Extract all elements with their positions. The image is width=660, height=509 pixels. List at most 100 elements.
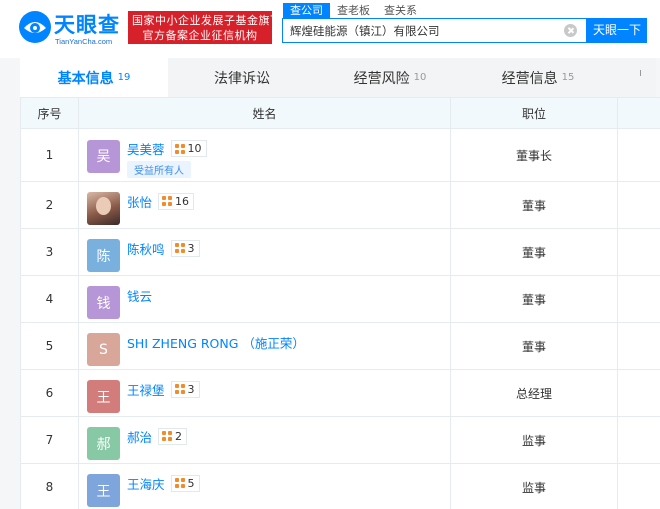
logo-text: 天眼查 bbox=[54, 13, 120, 37]
person-info: 郝治 2 bbox=[127, 427, 188, 446]
avatar[interactable]: 陈 bbox=[87, 239, 120, 272]
person-name-link[interactable]: 陈秋鸣 bbox=[127, 239, 165, 258]
header-name: 姓名 bbox=[78, 97, 451, 129]
avatar[interactable]: 钱 bbox=[87, 286, 120, 319]
relation-icon bbox=[162, 196, 173, 206]
person-name-link[interactable]: 张怡 bbox=[127, 192, 152, 211]
avatar[interactable]: 吴 bbox=[87, 139, 120, 173]
tab-count: 15 bbox=[561, 72, 575, 83]
table-row: 8 王王海庆 5 监事 bbox=[20, 463, 660, 509]
relation-icon bbox=[174, 384, 185, 394]
name-cell: 钱钱云 bbox=[78, 275, 451, 323]
main-content: 基本信息 19 法律诉讼 经营风险 10 经营信息 15 序号 姓名 职位 1 … bbox=[0, 58, 660, 509]
relation-count: 3 bbox=[187, 241, 195, 255]
relation-count: 10 bbox=[187, 142, 202, 155]
table-row: 4 钱钱云 董事 bbox=[20, 275, 660, 323]
row-index: 1 bbox=[20, 128, 79, 182]
search-tab-relation[interactable]: 查关系 bbox=[377, 3, 424, 18]
search-type-tabs: 查公司 查老板 查关系 bbox=[283, 3, 424, 18]
tab-basic-info[interactable]: 基本信息 19 bbox=[20, 58, 168, 97]
relation-count-badge[interactable]: 2 bbox=[158, 427, 188, 445]
table-row: 7 郝郝治 2 监事 bbox=[20, 416, 660, 464]
tab-label: 法律诉讼 bbox=[214, 70, 270, 87]
row-index: 5 bbox=[20, 322, 79, 370]
relation-count: 16 bbox=[175, 194, 190, 208]
person-info: 陈秋鸣 3 bbox=[127, 239, 200, 257]
tab-more[interactable] bbox=[612, 58, 656, 97]
name-cell: 张怡 16 bbox=[78, 181, 451, 229]
avatar[interactable]: 王 bbox=[87, 474, 120, 507]
person-info: 吴美蓉 10 受益所有人 bbox=[127, 140, 207, 178]
search-tab-boss[interactable]: 查老板 bbox=[330, 3, 377, 18]
tab-label: 经营风险 bbox=[353, 70, 410, 87]
row-index: 7 bbox=[20, 416, 79, 464]
header-index: 序号 bbox=[20, 97, 79, 129]
header: 天眼查 TianYanCha.com 国家中小企业发展子基金旗下 官方备案企业征… bbox=[0, 0, 660, 58]
search-button[interactable]: 天眼一下 bbox=[587, 18, 647, 43]
beneficiary-tag: 受益所有人 bbox=[127, 160, 191, 178]
table-row: 5 S SHI ZHENG RONG （施正荣） 董事 bbox=[20, 322, 660, 370]
tab-business[interactable]: 经营信息 15 bbox=[464, 58, 612, 97]
section-tabs: 基本信息 19 法律诉讼 经营风险 10 经营信息 15 bbox=[20, 58, 660, 97]
row-index: 4 bbox=[20, 275, 79, 323]
table-row: 2 张怡 16 董事 bbox=[20, 181, 660, 229]
search-tab-company[interactable]: 查公司 bbox=[283, 3, 330, 18]
person-info: SHI ZHENG RONG （施正荣） bbox=[127, 333, 305, 351]
person-info: 王禄堡 3 bbox=[127, 380, 200, 398]
search-box bbox=[282, 18, 587, 43]
avatar-photo[interactable] bbox=[87, 192, 120, 225]
clear-icon[interactable] bbox=[564, 24, 577, 37]
table-body: 1 吴吴美蓉 10 受益所有人 董事长 2 张怡 16 董事 3 陈陈秋鸣 3 董事 4 钱钱云 董事 5 S SH… bbox=[20, 128, 660, 509]
relation-icon bbox=[162, 431, 173, 441]
name-cell: 郝郝治 2 bbox=[78, 416, 451, 464]
table-row: 6 王王禄堡 3 总经理 bbox=[20, 369, 660, 417]
position-cell: 董事 bbox=[450, 322, 618, 370]
name-cell: 吴吴美蓉 10 受益所有人 bbox=[78, 128, 451, 182]
avatar[interactable]: S bbox=[87, 333, 120, 366]
relation-count: 5 bbox=[187, 476, 195, 490]
person-name-link[interactable]: 王海庆 bbox=[127, 474, 165, 493]
name-cell: 陈陈秋鸣 3 bbox=[78, 228, 451, 276]
person-name-link[interactable]: 吴美蓉 bbox=[127, 139, 165, 158]
table-row: 3 陈陈秋鸣 3 董事 bbox=[20, 228, 660, 276]
table-row: 1 吴吴美蓉 10 受益所有人 董事长 bbox=[20, 128, 660, 182]
row-index: 2 bbox=[20, 181, 79, 229]
tab-legal[interactable]: 法律诉讼 bbox=[168, 58, 316, 97]
tab-risk[interactable]: 经营风险 10 bbox=[316, 58, 464, 97]
extra-cell bbox=[617, 228, 660, 276]
members-grid: 序号 姓名 职位 1 吴吴美蓉 10 受益所有人 董事长 2 张怡 16 董事 3 陈陈秋鸣 3 董事 4… bbox=[20, 97, 660, 509]
person-name-link[interactable]: 郝治 bbox=[127, 427, 152, 446]
logo-eye-icon bbox=[19, 11, 51, 43]
tab-count: 10 bbox=[413, 72, 427, 83]
header-extra bbox=[617, 97, 660, 129]
official-badge: 国家中小企业发展子基金旗下 官方备案企业征信机构 bbox=[128, 11, 282, 44]
row-index: 6 bbox=[20, 369, 79, 417]
members-table: 序号 姓名 职位 1 吴吴美蓉 10 受益所有人 董事长 2 张怡 16 董事 3 陈陈秋鸣 3 董事 4… bbox=[20, 97, 660, 509]
tab-label: 基本信息 bbox=[57, 70, 114, 87]
row-index: 3 bbox=[20, 228, 79, 276]
badge-line1: 国家中小企业发展子基金旗下 bbox=[132, 14, 282, 27]
avatar[interactable]: 王 bbox=[87, 380, 120, 413]
extra-cell bbox=[617, 416, 660, 464]
relation-count-badge[interactable]: 10 bbox=[170, 140, 207, 157]
tab-label: 经营信息 bbox=[501, 70, 558, 87]
relation-count-badge[interactable]: 5 bbox=[170, 474, 200, 492]
relation-count-badge[interactable]: 16 bbox=[158, 192, 195, 210]
header-position: 职位 bbox=[450, 97, 618, 129]
extra-cell bbox=[617, 128, 660, 182]
person-name-link[interactable]: SHI ZHENG RONG （施正荣） bbox=[127, 333, 305, 352]
person-name-link[interactable]: 王禄堡 bbox=[127, 380, 165, 399]
position-cell: 监事 bbox=[450, 463, 618, 509]
logo[interactable]: 天眼查 TianYanCha.com bbox=[18, 8, 122, 48]
badge-line2: 官方备案企业征信机构 bbox=[142, 29, 258, 42]
name-cell: 王王海庆 5 bbox=[78, 463, 451, 509]
avatar[interactable]: 郝 bbox=[87, 427, 120, 460]
name-cell: S SHI ZHENG RONG （施正荣） bbox=[78, 322, 451, 370]
relation-icon bbox=[174, 478, 185, 488]
person-name-link[interactable]: 钱云 bbox=[127, 286, 152, 305]
person-info: 王海庆 5 bbox=[127, 474, 200, 492]
search-input[interactable] bbox=[283, 19, 563, 42]
position-cell: 董事 bbox=[450, 181, 618, 229]
relation-count-badge[interactable]: 3 bbox=[170, 239, 200, 257]
relation-count-badge[interactable]: 3 bbox=[170, 380, 200, 398]
